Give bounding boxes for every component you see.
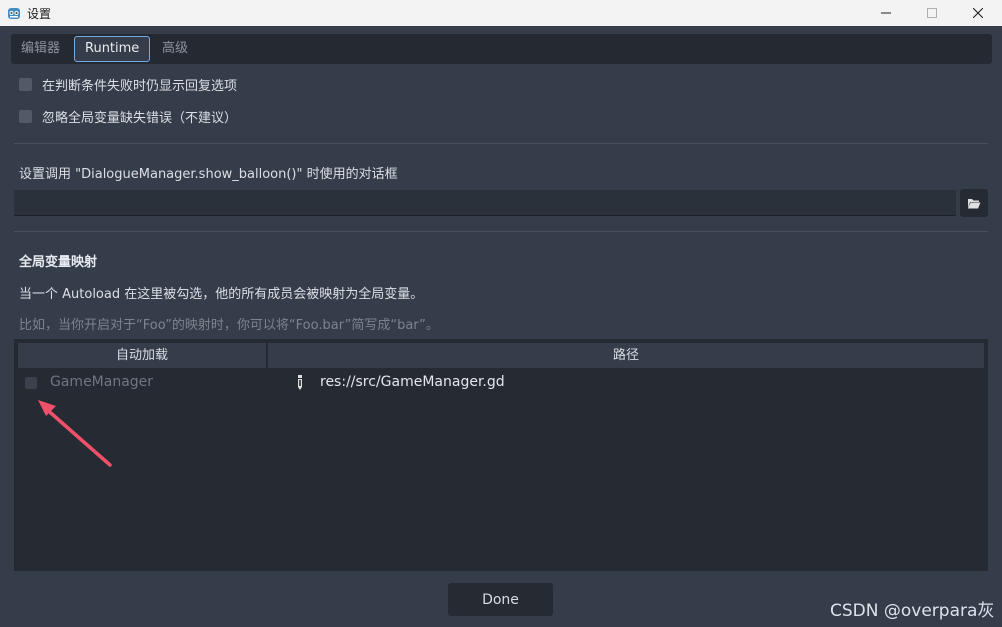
done-button[interactable]: Done [448,583,553,616]
window-titlebar: 设置 [0,0,1002,26]
window-title: 设置 [27,7,52,21]
globals-description: 当一个 Autoload 在这里被勾选，他的所有成员会被映射为全局变量。 [19,287,424,302]
annotation-arrow [38,400,112,467]
ignore-missing-globals-label: 忽略全局变量缺失错误（不建议） [42,110,238,126]
separator [14,231,988,232]
watermark: CSDN @overpara灰 [830,601,995,621]
close-icon [973,8,983,18]
balloon-path-input[interactable] [14,190,956,216]
column-header-autoload[interactable]: 自动加载 [18,343,266,368]
autoload-checkbox[interactable] [25,377,37,389]
folder-open-icon [968,199,981,209]
autoload-path: res://src/GameManager.gd [320,374,505,390]
tab-editor[interactable]: 编辑器 [11,36,70,62]
balloon-path-label: 设置调用 "DialogueManager.show_balloon()" 时使… [19,167,398,182]
browse-balloon-button[interactable] [960,189,988,217]
table-row[interactable]: GameManager res://src/GameManager.gd [18,371,984,395]
separator [14,143,988,144]
tab-runtime[interactable]: Runtime [74,36,151,62]
option-show-responses[interactable]: 在判断条件失败时仍显示回复选项 [19,74,237,94]
minimize-button[interactable] [863,0,909,26]
show-responses-label: 在判断条件失败时仍显示回复选项 [42,78,238,94]
maximize-button[interactable] [909,0,955,26]
globals-hint: 比如，当你开启对于“Foo”的映射时，你可以将“Foo.bar”简写成“bar”… [19,318,439,333]
godot-icon [8,8,20,19]
globals-section-title: 全局变量映射 [19,255,98,270]
close-button[interactable] [955,0,1001,26]
tab-advanced[interactable]: 高级 [152,36,198,62]
autoload-name: GameManager [50,374,154,390]
maximize-icon [927,8,937,18]
column-header-path[interactable]: 路径 [268,343,984,368]
autoload-table: 自动加载 路径 GameManager res://src/GameManage… [14,339,988,571]
settings-tabbar: 编辑器 Runtime 高级 [11,34,992,64]
minimize-icon [881,12,891,14]
ignore-missing-globals-checkbox[interactable] [19,109,32,123]
script-icon [298,375,302,390]
option-ignore-missing-globals[interactable]: 忽略全局变量缺失错误（不建议） [19,106,237,126]
show-responses-checkbox[interactable] [19,77,32,91]
